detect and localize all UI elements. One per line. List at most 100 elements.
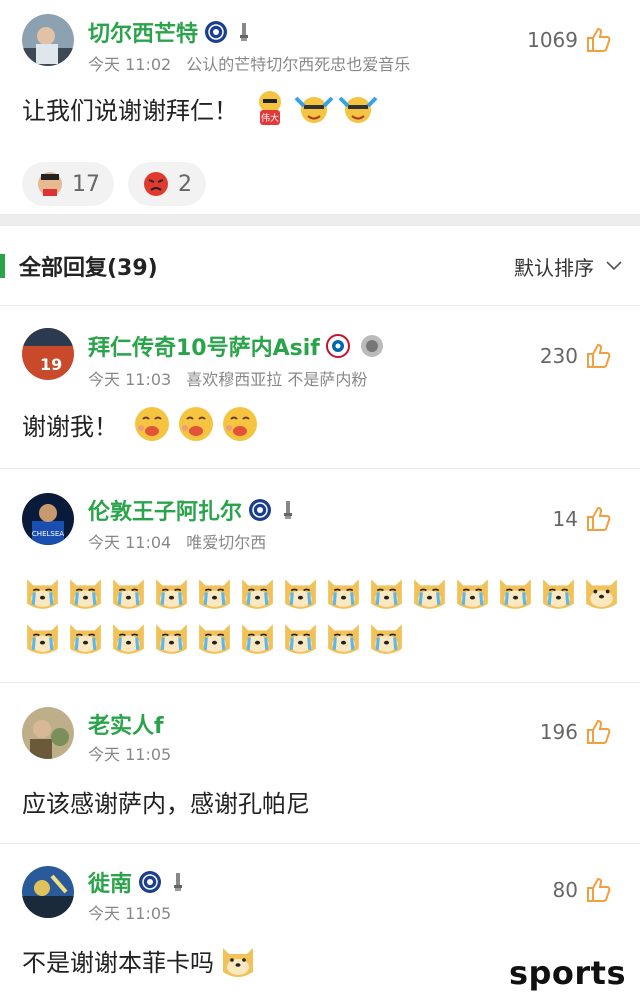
user-signature: 喜欢穆西亚拉 不是萨内粉 [186, 370, 368, 389]
svg-text:CHELSEA: CHELSEA [32, 530, 64, 538]
like-count: 14 [552, 507, 578, 531]
reaction-count: 2 [178, 171, 192, 197]
post-meta: 今天 11:02 公认的芒特切尔西死忠也爱音乐 [88, 51, 410, 75]
sort-label: 默认排序 [514, 255, 594, 280]
crying-doge-emoji-icon [323, 571, 364, 612]
replies-header: 全部回复(39) 默认排序 [0, 228, 640, 304]
crying-doge-emoji-icon [237, 616, 278, 657]
username-label: 徙南 [88, 872, 133, 897]
thumbs-up-icon [587, 27, 611, 52]
crying-doge-emoji-icon [366, 571, 407, 612]
chevron-down-icon [606, 261, 622, 271]
crying-doge-emoji-icon [65, 571, 106, 612]
like-count: 196 [539, 720, 578, 744]
crying-doge-emoji-icon [538, 571, 579, 612]
section-accent-bar [0, 254, 5, 278]
crying-doge-emoji-icon [495, 571, 536, 612]
section-divider [0, 214, 640, 226]
username[interactable]: 伦敦王子阿扎尔 [88, 494, 294, 526]
avatar[interactable]: 19 [22, 328, 74, 380]
divider [0, 468, 640, 469]
like-button[interactable]: 14 [553, 505, 612, 533]
angry-face-emoji-icon [144, 172, 168, 196]
username-label: 老实人f [88, 714, 164, 739]
user-signature: 唯爱切尔西 [186, 533, 267, 552]
comment-text-label: 应该感谢萨内，感谢孔帕尼 [22, 790, 310, 818]
chelsea-badge-icon [138, 870, 162, 894]
username[interactable]: 徙南 [88, 866, 184, 898]
doge-emoji-icon [218, 940, 258, 980]
username[interactable]: 老实人f [88, 708, 164, 740]
comment-text: 应该感谢萨内，感谢孔帕尼 [22, 784, 310, 819]
sort-dropdown[interactable]: 默认排序 [514, 252, 622, 281]
doge-cheer-emoji-icon [294, 88, 334, 128]
svg-text:19: 19 [40, 355, 62, 374]
bayern-badge-icon [325, 334, 350, 358]
comment-meta: 今天 11:04 唯爱切尔西 [88, 529, 266, 553]
crying-doge-emoji-icon [151, 616, 192, 657]
like-count: 1069 [527, 28, 578, 52]
svg-text:伟大: 伟大 [261, 112, 279, 124]
crying-doge-emoji-icon [366, 616, 407, 657]
user-signature: 公认的芒特切尔西死忠也爱音乐 [186, 55, 411, 74]
crying-doge-emoji-icon [108, 616, 149, 657]
crying-doge-emoji-icon [22, 616, 63, 657]
comment-text-label: 谢谢我！ [22, 412, 118, 441]
crying-doge-emoji-icon [280, 616, 321, 657]
reaction-count: 17 [72, 171, 100, 197]
username-label: 伦敦王子阿扎尔 [88, 500, 243, 525]
username-label: 拜仁传奇10号萨内Asif [88, 336, 320, 361]
like-button[interactable]: 1069 [527, 26, 612, 54]
comment-time: 今天 11:05 [88, 745, 172, 764]
avatar[interactable] [22, 707, 74, 759]
emoji-grid [22, 571, 622, 657]
comment-text: 不是谢谢本菲卡吗 [22, 940, 258, 980]
reaction-chip[interactable]: 2 [128, 162, 206, 206]
medal-badge-icon [360, 334, 384, 358]
thumbs-up-icon [587, 877, 611, 902]
doge-banner-emoji-icon: 伟大 [250, 88, 290, 128]
crying-doge-emoji-icon [194, 616, 235, 657]
avatar[interactable] [22, 14, 74, 66]
yummy-face-emoji-icon [220, 404, 260, 444]
like-count: 80 [552, 878, 578, 902]
crying-doge-emoji-icon [323, 616, 364, 657]
crying-doge-emoji-icon [237, 571, 278, 612]
comment-time: 今天 11:04 [88, 533, 172, 552]
comment-meta: 今天 11:05 [88, 900, 171, 924]
avatar[interactable] [22, 866, 74, 918]
comment-text-label: 不是谢谢本菲卡吗 [22, 948, 214, 977]
doge-emoji-icon [581, 571, 622, 612]
comment-text: 谢谢我！ [22, 404, 260, 444]
thumbs-up-icon [587, 506, 611, 531]
comment-meta: 今天 11:03 喜欢穆西亚拉 不是萨内粉 [88, 366, 367, 390]
username-label: 切尔西芒特 [88, 22, 199, 47]
crying-doge-emoji-icon [151, 571, 192, 612]
thumbs-up-icon [587, 719, 611, 744]
username[interactable]: 拜仁传奇10号萨内Asif [88, 330, 384, 362]
crying-doge-emoji-icon [452, 571, 493, 612]
divider [0, 843, 640, 844]
chelsea-badge-icon [248, 498, 272, 522]
divider [0, 305, 640, 306]
yummy-face-emoji-icon [176, 404, 216, 444]
watermark: sports [508, 954, 626, 992]
crying-doge-emoji-icon [65, 616, 106, 657]
like-button[interactable]: 196 [540, 718, 612, 746]
doge-cheer-emoji-icon [338, 88, 378, 128]
thumbs-up-icon [587, 343, 611, 368]
crying-doge-emoji-icon [108, 571, 149, 612]
replies-title: 全部回复(39) [19, 256, 158, 281]
like-button[interactable]: 230 [540, 342, 612, 370]
comment-meta: 今天 11:05 [88, 741, 171, 765]
crying-doge-emoji-icon [409, 571, 450, 612]
reaction-chip[interactable]: 17 [22, 162, 114, 206]
crying-doge-emoji-icon [22, 571, 63, 612]
avatar[interactable]: CHELSEA [22, 493, 74, 545]
yummy-face-emoji-icon [132, 404, 172, 444]
divider [0, 682, 640, 683]
like-button[interactable]: 80 [553, 876, 612, 904]
trophy-icon [238, 21, 250, 43]
username[interactable]: 切尔西芒特 [88, 16, 250, 48]
trophy-icon [172, 871, 184, 893]
